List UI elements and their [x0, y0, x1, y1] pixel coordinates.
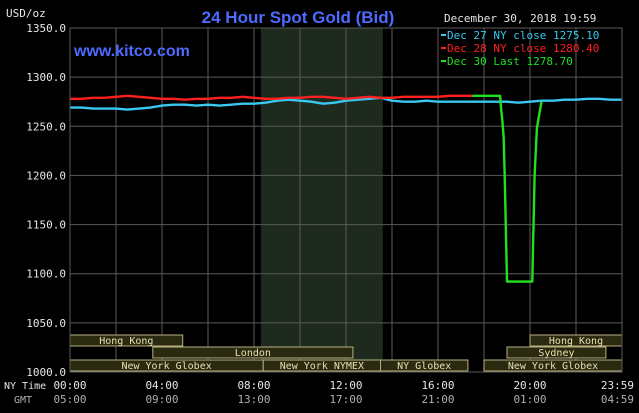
gmt-tick-label: 05:00 — [53, 393, 86, 406]
x-tick-label: 04:00 — [145, 379, 178, 392]
y-tick-label: 1050.0 — [26, 317, 66, 330]
gmt-tick-label: 17:00 — [329, 393, 362, 406]
market-label: NY Globex — [397, 361, 451, 372]
market-label: New York Globex — [508, 361, 598, 372]
y-tick-label: 1250.0 — [26, 120, 66, 133]
legend-label-dec27: Dec 27 NY close 1275.10 — [447, 29, 599, 42]
legend-item: Dec 30 Last 1278.70 — [441, 55, 573, 68]
market-label: Hong Kong — [549, 336, 603, 347]
legend-item: Dec 27 NY close 1275.10 — [441, 29, 599, 42]
gmt-tick-label: 04:59 — [601, 393, 634, 406]
y-tick-label: 1300.0 — [26, 71, 66, 84]
x-tick-label: 16:00 — [421, 379, 454, 392]
y-tick-labels: 1000.0 1050.0 1100.0 1150.0 1200.0 1250.0 1300… — [26, 22, 66, 379]
legend-label-dec30: Dec 30 Last 1278.70 — [447, 55, 573, 68]
chart-title: 24 Hour Spot Gold (Bid) — [202, 8, 395, 27]
nymex-session-shade — [260, 28, 383, 372]
market-label: Hong Kong — [99, 336, 153, 347]
y-tick-label: 1350.0 — [26, 22, 66, 35]
gold-price-chart: Hong Kong London New York Globex New York N… — [4, 7, 634, 406]
gmt-tick-label: 13:00 — [237, 393, 270, 406]
y-tick-label: 1000.0 — [26, 366, 66, 379]
unit-label: USD/oz — [6, 7, 46, 20]
legend-label-dec28: Dec 28 NY close 1280.40 — [447, 42, 599, 55]
gmt-tick-label: 09:00 — [145, 393, 178, 406]
market-label: New York NYMEX — [280, 361, 364, 372]
x-tick-label: 08:00 — [237, 379, 270, 392]
site-url: www.kitco.com — [73, 43, 190, 60]
gmt-label: GMT — [14, 395, 32, 406]
y-tick-label: 1200.0 — [26, 169, 66, 182]
gmt-tick-label: 01:00 — [513, 393, 546, 406]
ny-time-label: NY Time — [4, 381, 46, 392]
market-label: New York Globex — [121, 361, 211, 372]
market-label: Sydney — [538, 348, 574, 359]
legend-item: Dec 28 NY close 1280.40 — [441, 42, 599, 55]
x-tick-label: 12:00 — [329, 379, 362, 392]
y-tick-label: 1150.0 — [26, 219, 66, 232]
gmt-tick-label: 21:00 — [421, 393, 454, 406]
x-tick-label: 20:00 — [513, 379, 546, 392]
x-tick-label: 23:59 — [601, 379, 634, 392]
x-tick-labels: 00:0005:00 04:0009:00 08:0013:00 12:0017:00… — [53, 379, 634, 406]
x-tick-label: 00:00 — [53, 379, 86, 392]
market-label: London — [235, 348, 271, 359]
chart-date: December 30, 2018 19:59 — [444, 12, 596, 25]
y-tick-label: 1100.0 — [26, 268, 66, 281]
